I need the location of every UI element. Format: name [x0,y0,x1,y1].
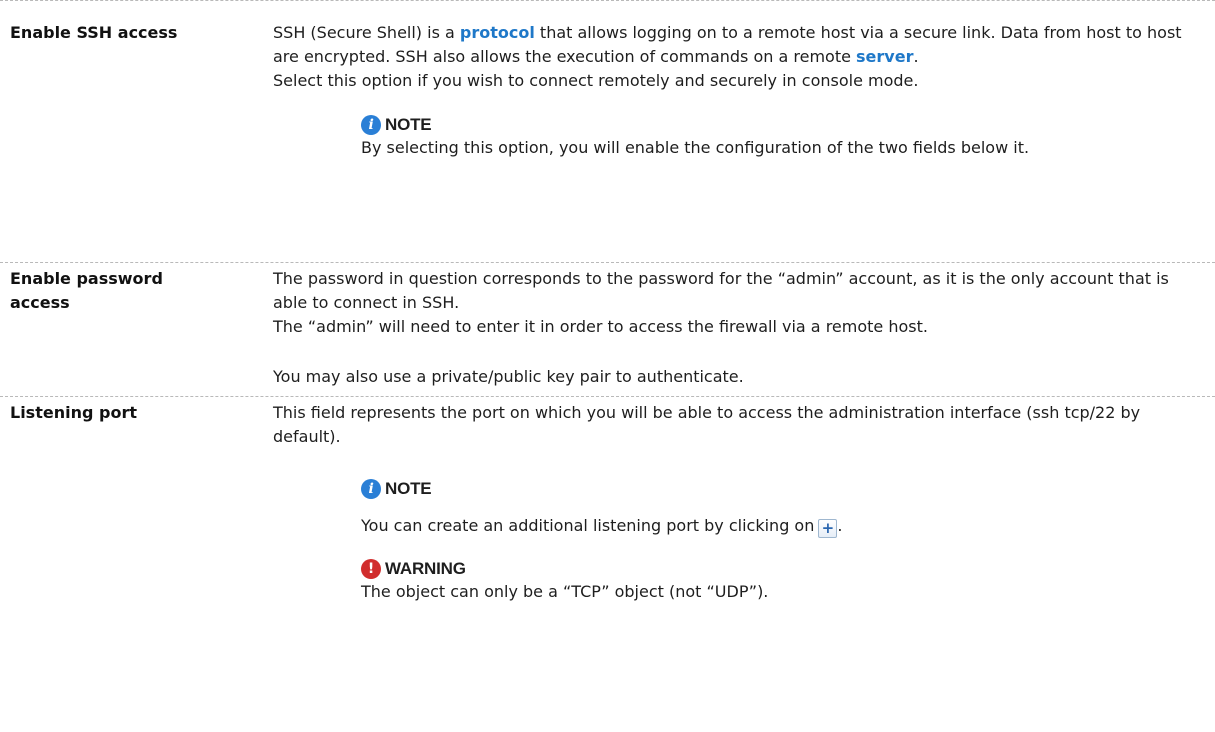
ssh-note-body: By selecting this option, you will enabl… [361,138,1030,157]
info-icon: i [361,115,381,135]
ssh-description-line-2: Select this option if you wish to connec… [273,71,919,90]
description-enable-password-access: The password in question corresponds to … [273,267,1203,389]
password-desc-line-3: You may also use a private/public key pa… [273,367,744,386]
description-enable-ssh-access: SSH (Secure Shell) is a protocol that al… [273,21,1203,160]
protocol-link[interactable]: protocol [460,23,535,42]
row-enable-ssh-access: Enable SSH access SSH (Secure Shell) is … [0,0,1215,263]
ssh-desc-text-3: . [913,47,919,66]
password-desc-line-2: The “admin” will need to enter it in ord… [273,317,928,336]
port-note-text: You can create an additional listening p… [361,516,815,535]
term-password-line-2: access [10,293,70,312]
port-warning-title: WARNING [385,559,466,578]
port-desc-line-1: This field represents the port on which … [273,403,1141,446]
port-note: i NOTE You can create an additional list… [361,478,1203,538]
port-warning-header: ! WARNING [361,558,1203,580]
port-note-body: You can create an additional listening p… [361,514,1203,538]
ssh-note-title: NOTE [385,115,432,134]
row-enable-password-access: Enable password access The password in q… [0,262,1215,397]
description-listening-port: This field represents the port on which … [273,401,1203,604]
plus-icon: + [821,519,835,537]
term-listening-port: Listening port [10,403,137,422]
warning-icon: ! [361,559,381,579]
port-note-header: i NOTE [361,478,1203,500]
port-warning-body: The object can only be a “TCP” object (n… [361,582,769,601]
row-listening-port: Listening port This field represents the… [0,396,1215,732]
password-desc-line-1: The password in question corresponds to … [273,269,1169,312]
term-password-line-1: Enable password [10,269,163,288]
add-listening-port-button[interactable]: + [818,519,838,538]
info-icon: i [361,479,381,499]
term-enable-ssh-access: Enable SSH access [10,23,178,42]
port-note-title: NOTE [385,479,432,498]
ssh-desc-text-1: SSH (Secure Shell) is a [273,23,460,42]
ssh-note-header: i NOTE [361,114,1101,136]
documentation-table: Enable SSH access SSH (Secure Shell) is … [0,0,1215,731]
term-enable-password-access: Enable password access [10,267,163,315]
ssh-description-paragraph: SSH (Secure Shell) is a protocol that al… [273,21,1203,69]
port-warning: ! WARNING The object can only be a “TCP”… [361,558,1203,604]
port-note-suffix: . [837,516,843,535]
server-link[interactable]: server [856,47,913,66]
ssh-note: i NOTE By selecting this option, you wil… [361,114,1101,160]
